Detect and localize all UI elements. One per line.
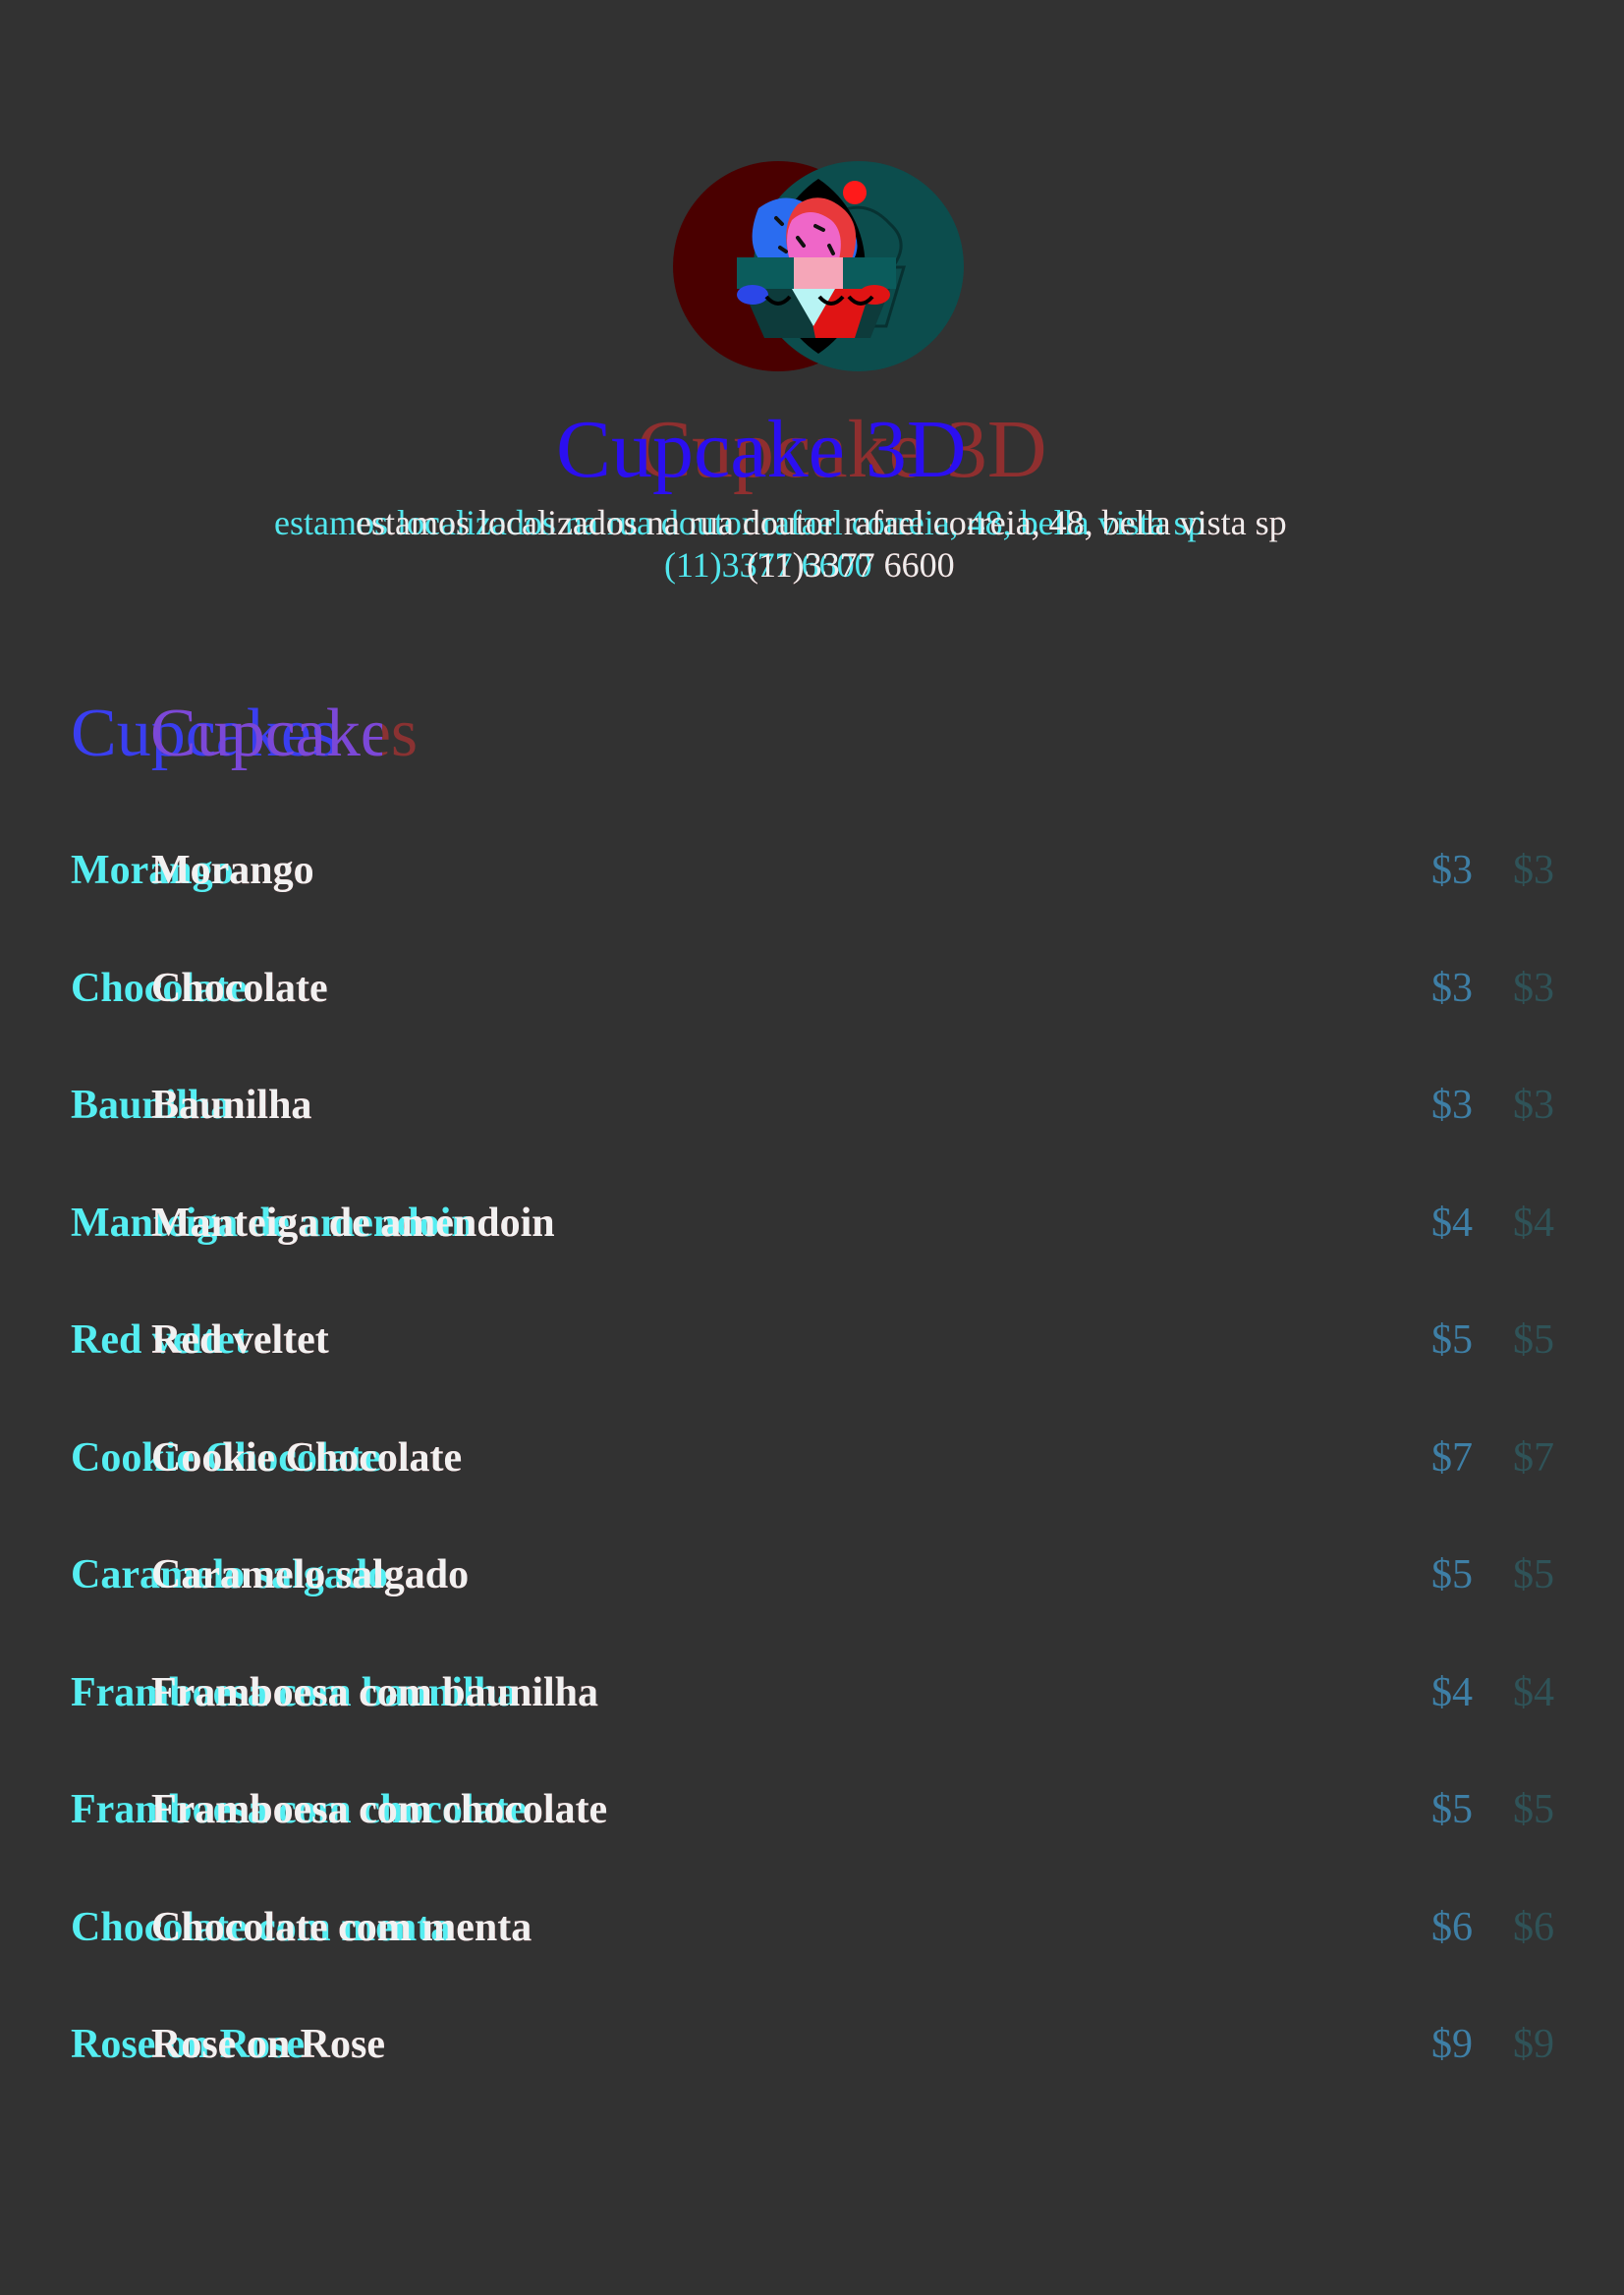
menu-item-price-ghost-layer: $3 bbox=[1513, 848, 1554, 893]
menu-item-price: $6 bbox=[1431, 1904, 1473, 1950]
menu-item-price-ghost-layer: $5 bbox=[1513, 1552, 1554, 1597]
menu-item-price: $7 bbox=[1431, 1434, 1473, 1481]
menu-item-name: Baunilha bbox=[151, 1083, 312, 1128]
page-title: Cupcake 3D Cupcake 3D bbox=[0, 401, 1624, 499]
menu-item-price: $4 bbox=[1431, 1669, 1473, 1715]
menu-item-price-ghost-layer: $9 bbox=[1513, 2022, 1554, 2067]
menu-list: Morango Morango Morango $3 $3 Chocolate Chocol… bbox=[0, 845, 1624, 2137]
menu-item-name: Framboesa com baunilha bbox=[151, 1669, 599, 1715]
menu-item-price-ghost-layer: $7 bbox=[1513, 1434, 1554, 1481]
menu-item-name: Chocolate bbox=[151, 965, 328, 1011]
menu-item: Framboesa com chocolate Framboesa com cho… bbox=[0, 1784, 1624, 1902]
menu-item-price: $9 bbox=[1431, 2022, 1473, 2067]
menu-item-price-ghost-layer: $3 bbox=[1513, 965, 1554, 1011]
menu-item-price-ghost-layer: $4 bbox=[1513, 1669, 1554, 1715]
menu-item-price: $3 bbox=[1431, 1083, 1473, 1128]
menu-item: Framboesa com baunilha Framboesa com baun… bbox=[0, 1667, 1624, 1785]
cupcake-icon bbox=[673, 161, 964, 371]
menu-item-price-ghost-layer: $5 bbox=[1513, 1787, 1554, 1832]
menu-item-price: $3 bbox=[1431, 965, 1473, 1011]
cupcake-logo bbox=[672, 161, 965, 371]
menu-item-price: $3 bbox=[1431, 848, 1473, 893]
menu-item: Baunilha Baunilha Baunilha $3 $3 bbox=[0, 1080, 1624, 1198]
menu-item-name: Red veltet bbox=[151, 1317, 329, 1363]
menu-item: Cookie Chocolate Cookie Chocolate Cookie C… bbox=[0, 1432, 1624, 1550]
menu-item: Caramelo salgado Caramelo salgado Caramelo… bbox=[0, 1549, 1624, 1667]
section-heading-cupcakes: Cupcakes Cupcakes Cupcakes bbox=[0, 690, 1624, 778]
menu-item-name: Chocolate com menta bbox=[151, 1904, 532, 1950]
menu-item-name: Framboesa com chocolate bbox=[151, 1787, 608, 1832]
menu-item-name: Rose on Rose bbox=[151, 2022, 385, 2067]
menu-item-price-ghost-layer: $6 bbox=[1513, 1904, 1554, 1950]
menu-item: Manteiga de amendoin Manteiga de amendoin… bbox=[0, 1198, 1624, 1315]
menu-item-name: Caramelo salgado bbox=[151, 1552, 470, 1597]
menu-item: Morango Morango Morango $3 $3 bbox=[0, 845, 1624, 963]
address-text: estamos localizados na rua doutor rafael… bbox=[0, 501, 1624, 544]
menu-item-price-ghost-layer: $3 bbox=[1513, 1083, 1554, 1128]
menu-item-price-ghost-layer: $4 bbox=[1513, 1200, 1554, 1246]
phone-white-layer: (11)3377 6600 bbox=[747, 545, 955, 585]
menu-item: Rose on Rose Rose on Rose Rose on Rose $9 $9 bbox=[0, 2019, 1624, 2137]
menu-item-name: Cookie Chocolate bbox=[151, 1434, 463, 1481]
menu-item: Chocolate Chocolate Chocolate $3 $3 bbox=[0, 963, 1624, 1081]
address-white-layer: estamos localizados na rua doutor rafael… bbox=[356, 503, 1287, 542]
menu-item: Chocolate com menta Chocolate com menta Ch… bbox=[0, 1902, 1624, 2020]
menu-item-price: $5 bbox=[1431, 1787, 1473, 1832]
menu-item: Red veltet Red veltet Red veltet $5 $5 bbox=[0, 1315, 1624, 1432]
menu-item-name: Morango bbox=[151, 848, 314, 893]
phone-text: (11)3377 6600 (11)3377 6600 (11)3377 660… bbox=[0, 543, 1624, 587]
menu-item-price: $5 bbox=[1431, 1317, 1473, 1363]
menu-item-price-ghost-layer: $5 bbox=[1513, 1317, 1554, 1363]
menu-item-price: $5 bbox=[1431, 1552, 1473, 1597]
section-heading-overlap-layer: Cupcakes bbox=[150, 696, 382, 771]
menu-item-name: Manteiga de amendoin bbox=[151, 1200, 555, 1246]
page-title-blue-layer: Cupcake 3D bbox=[556, 404, 967, 495]
menu-item-price: $4 bbox=[1431, 1200, 1473, 1246]
